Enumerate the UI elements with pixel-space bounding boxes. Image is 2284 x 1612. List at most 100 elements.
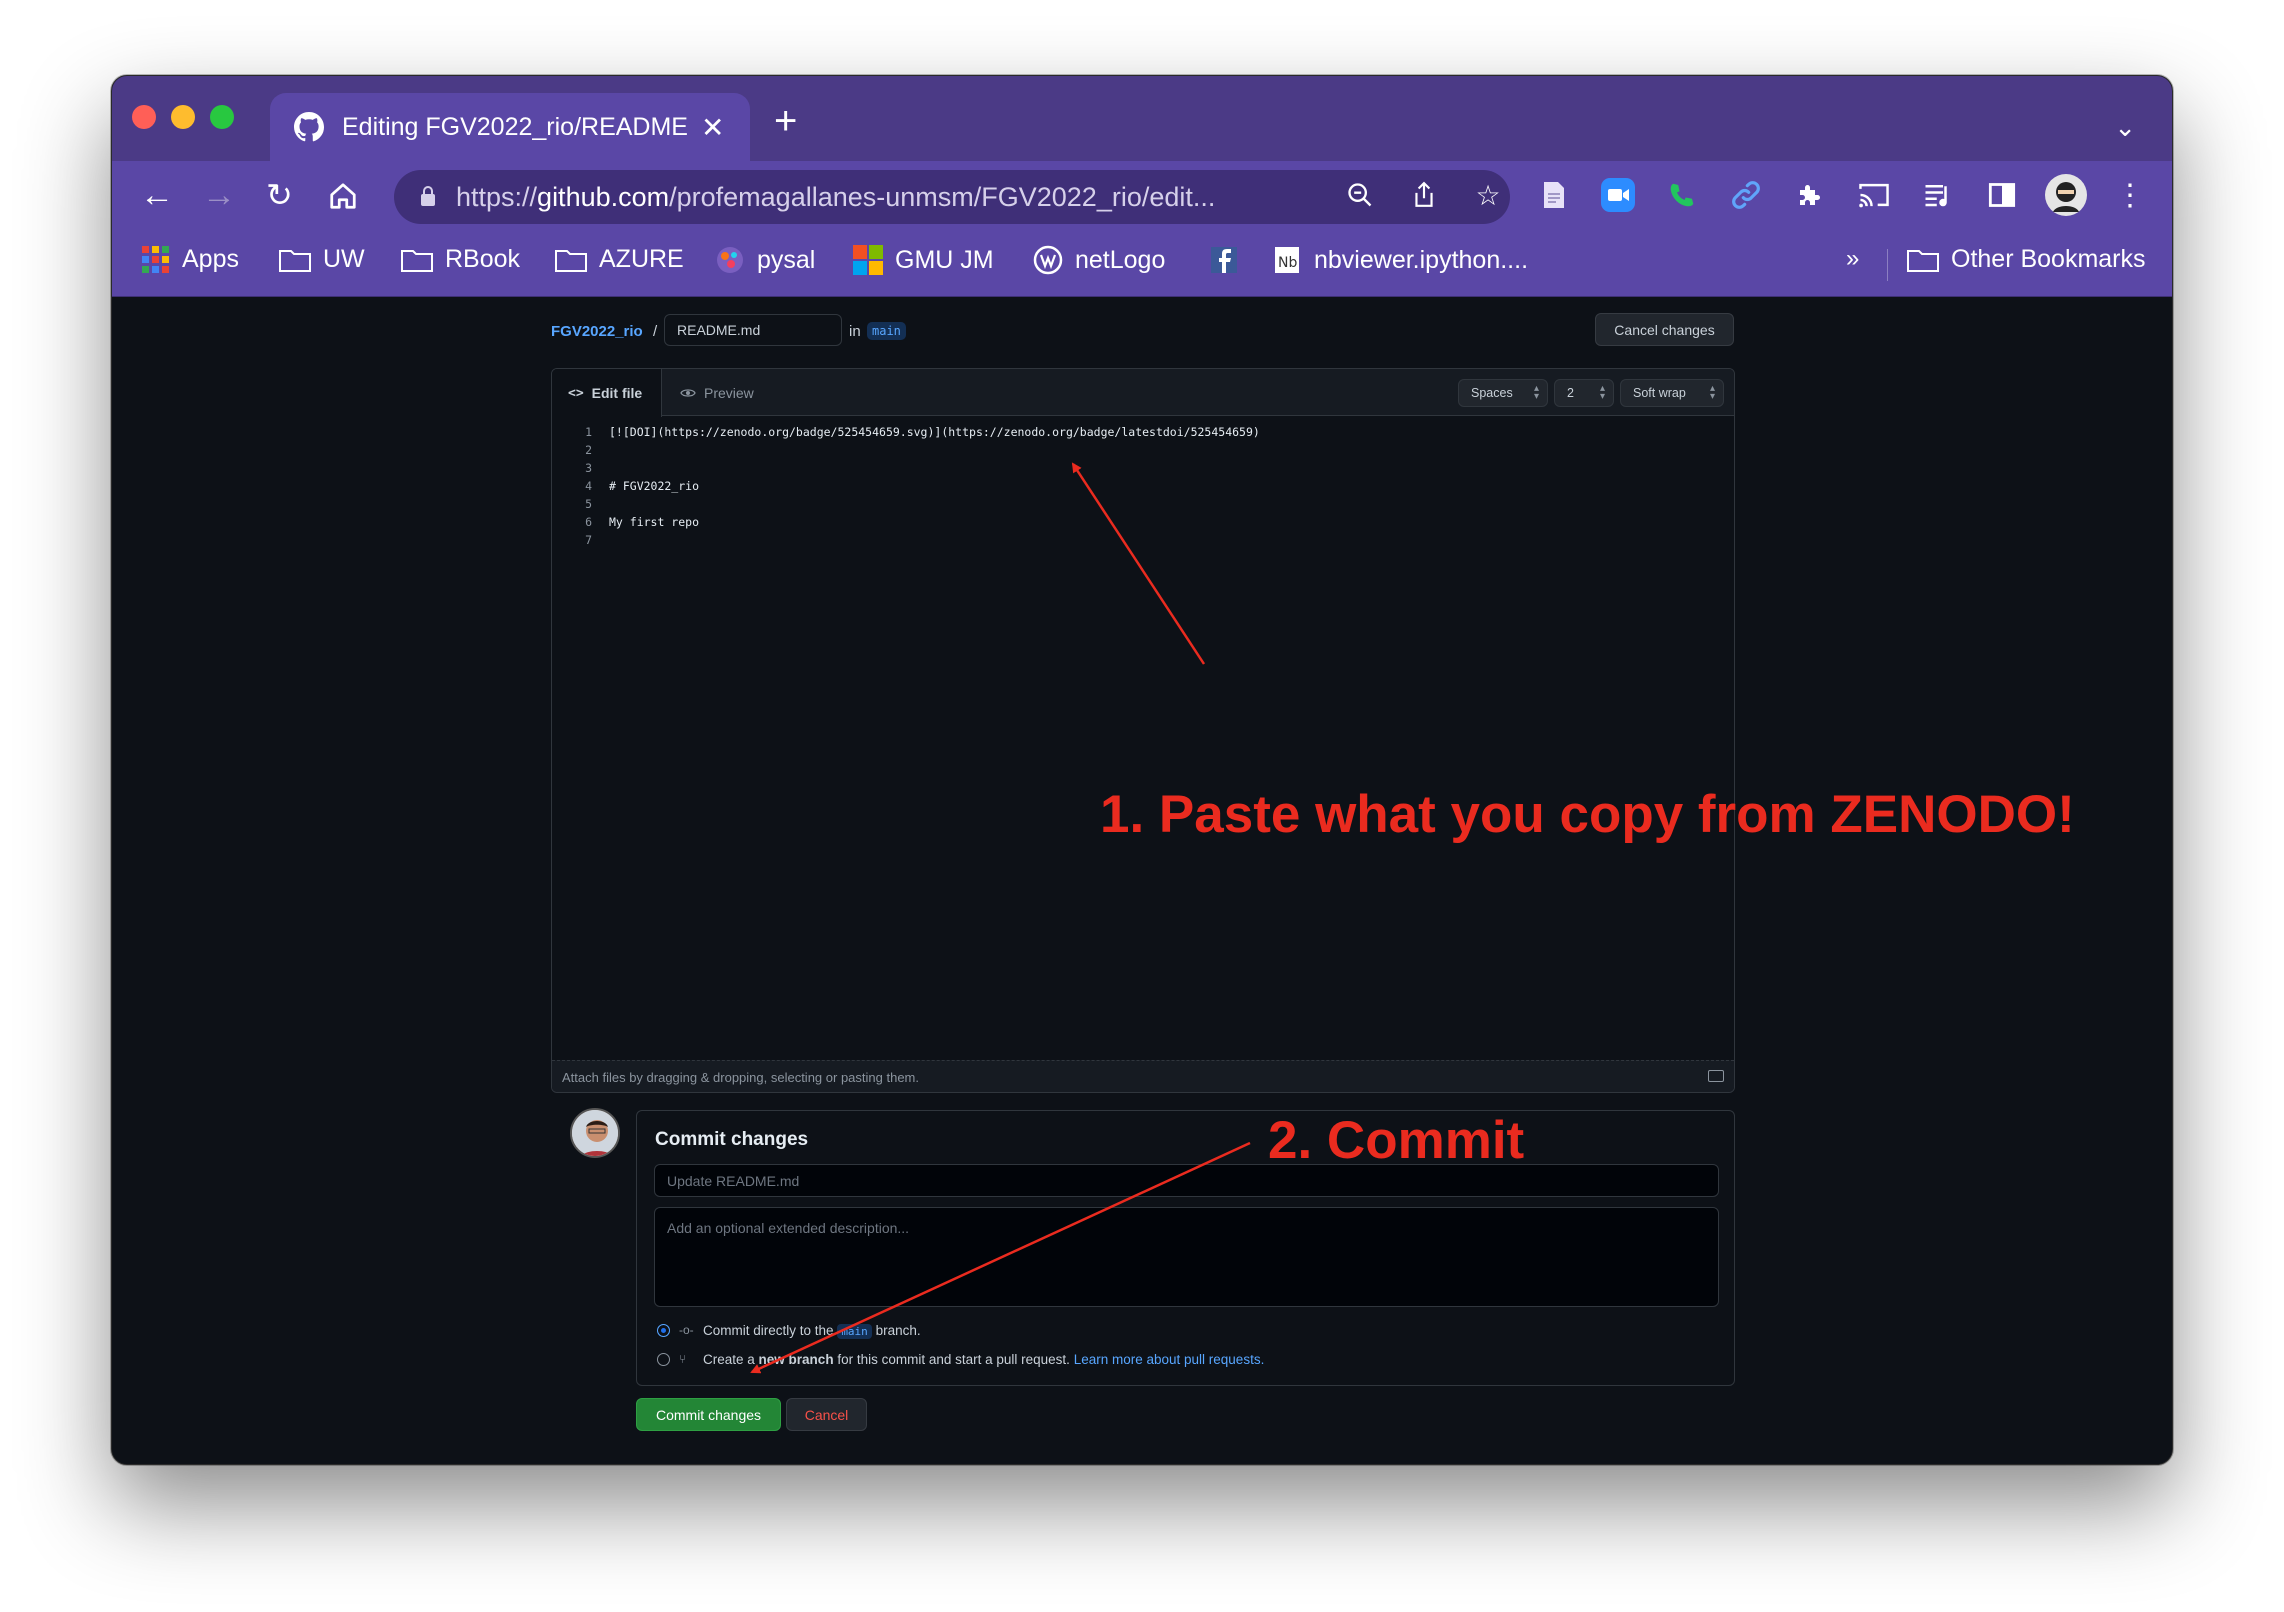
tab-preview[interactable]: Preview xyxy=(680,369,754,416)
wrap-mode-select[interactable]: Soft wrap ▴ ▾ xyxy=(1620,379,1724,407)
zoom-window-button[interactable] xyxy=(210,105,234,129)
commit-directly-label: Commit directly to the main branch. xyxy=(703,1323,921,1339)
file-name-input[interactable]: README.md xyxy=(664,314,842,346)
share-icon[interactable] xyxy=(1402,173,1446,217)
bookmarks-bar: Apps UW RBook AZURE pysal GMU JM netLogo xyxy=(112,233,2172,297)
attach-files-footer[interactable]: Attach files by dragging & dropping, sel… xyxy=(552,1060,1734,1092)
commit-heading: Commit changes xyxy=(655,1129,809,1150)
close-tab-icon[interactable]: ✕ xyxy=(701,111,724,144)
bookmark-label: pysal xyxy=(757,245,816,274)
bookmark-label: nbviewer.ipython.... xyxy=(1314,245,1529,274)
github-edit-page: FGV2022_rio / README.md in main Cancel c… xyxy=(112,298,2172,1464)
indent-mode-value: Spaces xyxy=(1471,386,1513,400)
media-queue-icon[interactable] xyxy=(1916,173,1960,217)
breadcrumb-in-label: in xyxy=(849,323,861,340)
bookmark-folder-uw[interactable]: UW xyxy=(279,245,365,274)
bookmark-gmu-jm[interactable]: GMU JM xyxy=(853,245,994,275)
code-line: 4 # FGV2022_rio xyxy=(552,479,1734,497)
bookmarks-overflow-icon[interactable]: » xyxy=(1846,245,1859,273)
wrap-mode-value: Soft wrap xyxy=(1633,386,1686,400)
indent-size-select[interactable]: 2 ▴ ▾ xyxy=(1554,379,1614,407)
overflow-label: » xyxy=(1846,245,1860,272)
indent-size-value: 2 xyxy=(1567,386,1574,400)
line-number: 2 xyxy=(585,443,592,457)
nbviewer-icon: Nb xyxy=(1275,247,1299,273)
forward-icon[interactable]: → xyxy=(202,175,236,215)
zoom-meeting-icon[interactable] xyxy=(1596,173,1640,217)
phone-extension-icon[interactable] xyxy=(1660,173,1704,217)
annotation-step1: 1. Paste what you copy from ZENODO! xyxy=(1100,785,2075,844)
line-number: 3 xyxy=(585,461,592,475)
learn-more-pull-requests-link[interactable]: Learn more about pull requests. xyxy=(1074,1352,1265,1367)
select-caret-icon: ▴ ▾ xyxy=(1533,383,1539,402)
line-text: My first repo xyxy=(609,515,700,529)
option-text: branch. xyxy=(875,1323,921,1338)
extensions-puzzle-icon[interactable] xyxy=(1788,173,1832,217)
cancel-button[interactable]: Cancel xyxy=(786,1398,867,1431)
wordpress-icon xyxy=(1033,245,1063,275)
line-number: 7 xyxy=(585,533,592,547)
tab-search-icon[interactable]: ⌄ xyxy=(2114,112,2136,143)
commit-changes-button[interactable]: Commit changes xyxy=(636,1398,781,1431)
code-line: 3 xyxy=(552,461,1734,479)
line-number: 4 xyxy=(585,479,592,493)
close-window-button[interactable] xyxy=(132,105,156,129)
zoom-icon[interactable] xyxy=(1338,173,1382,217)
tab-edit-file[interactable]: <> Edit file xyxy=(552,369,662,417)
microsoft-icon xyxy=(853,245,883,275)
select-caret-icon: ▴ ▾ xyxy=(1709,383,1715,402)
code-editor: <> Edit file Preview Spaces ▴ ▾ 2 ▴ ▾ Soft… xyxy=(551,368,1735,1093)
tab-preview-label: Preview xyxy=(704,384,754,401)
bookmark-facebook[interactable] xyxy=(1209,245,1251,275)
bookmark-apps[interactable]: Apps xyxy=(142,245,239,274)
browser-menu-icon[interactable]: ⋮ xyxy=(2108,173,2152,217)
cancel-changes-button[interactable]: Cancel changes xyxy=(1595,313,1734,346)
browser-tab[interactable]: Editing FGV2022_rio/README.md ✕ xyxy=(270,93,750,161)
home-icon[interactable] xyxy=(328,175,358,220)
code-icon: <> xyxy=(568,385,584,401)
bookmark-label: RBook xyxy=(445,245,521,273)
bookmark-folder-rbook[interactable]: RBook xyxy=(401,245,520,274)
bookmark-folder-other[interactable]: Other Bookmarks xyxy=(1907,245,2146,274)
link-extension-icon[interactable] xyxy=(1724,173,1768,217)
bookmark-label: Apps xyxy=(182,245,239,273)
facebook-icon xyxy=(1211,247,1237,273)
lock-icon xyxy=(421,186,435,206)
git-commit-icon: -o- xyxy=(679,1323,694,1337)
svg-text:Nb: Nb xyxy=(1278,255,1297,271)
browser-window: Editing FGV2022_rio/README.md ✕ + ⌄ ← → … xyxy=(111,75,2173,1465)
cast-icon[interactable] xyxy=(1852,173,1896,217)
bookmark-folder-azure[interactable]: AZURE xyxy=(555,245,684,274)
option-branch-badge: main xyxy=(837,1324,872,1339)
breadcrumb-separator: / xyxy=(653,323,658,340)
bookmark-label: netLogo xyxy=(1075,245,1166,274)
annotation-step2: 2. Commit xyxy=(1268,1111,1525,1170)
bookmark-star-icon[interactable]: ☆ xyxy=(1466,173,1510,217)
side-panel-icon[interactable] xyxy=(1980,173,2024,217)
docs-extension-icon[interactable] xyxy=(1532,173,1576,217)
bookmark-netlogo[interactable]: netLogo xyxy=(1033,245,1165,275)
line-number: 6 xyxy=(585,515,592,529)
tab-title: Editing FGV2022_rio/README.md xyxy=(342,112,687,141)
indent-mode-select[interactable]: Spaces ▴ ▾ xyxy=(1458,379,1548,407)
commit-description-textarea[interactable]: Add an optional extended description... xyxy=(654,1207,1719,1307)
code-line: 1 [![DOI](https://zenodo.org/badge/525454… xyxy=(552,425,1734,443)
bookmark-nbviewer[interactable]: Nb nbviewer.ipython.... xyxy=(1272,245,1528,275)
pull-request-icon: ⑂ xyxy=(679,1352,687,1366)
pysal-icon xyxy=(717,247,743,273)
back-icon[interactable]: ← xyxy=(140,175,174,215)
commit-directly-radio[interactable] xyxy=(657,1324,670,1337)
bookmark-label: Other Bookmarks xyxy=(1951,245,2146,273)
commit-summary-input[interactable]: Update README.md xyxy=(654,1164,1719,1197)
new-tab-icon[interactable]: + xyxy=(774,101,797,141)
reload-icon[interactable]: ↻ xyxy=(266,175,293,215)
new-branch-radio[interactable] xyxy=(657,1353,670,1366)
avatar xyxy=(570,1108,620,1158)
breadcrumb-repo-link[interactable]: FGV2022_rio xyxy=(551,323,643,340)
minimize-window-button[interactable] xyxy=(171,105,195,129)
url-host: github.com xyxy=(537,181,670,212)
tab-bar: Editing FGV2022_rio/README.md ✕ + ⌄ xyxy=(112,76,2172,161)
profile-avatar-icon[interactable] xyxy=(2044,173,2088,217)
bookmark-pysal[interactable]: pysal xyxy=(715,245,815,275)
bookmarks-divider xyxy=(1887,249,1888,281)
